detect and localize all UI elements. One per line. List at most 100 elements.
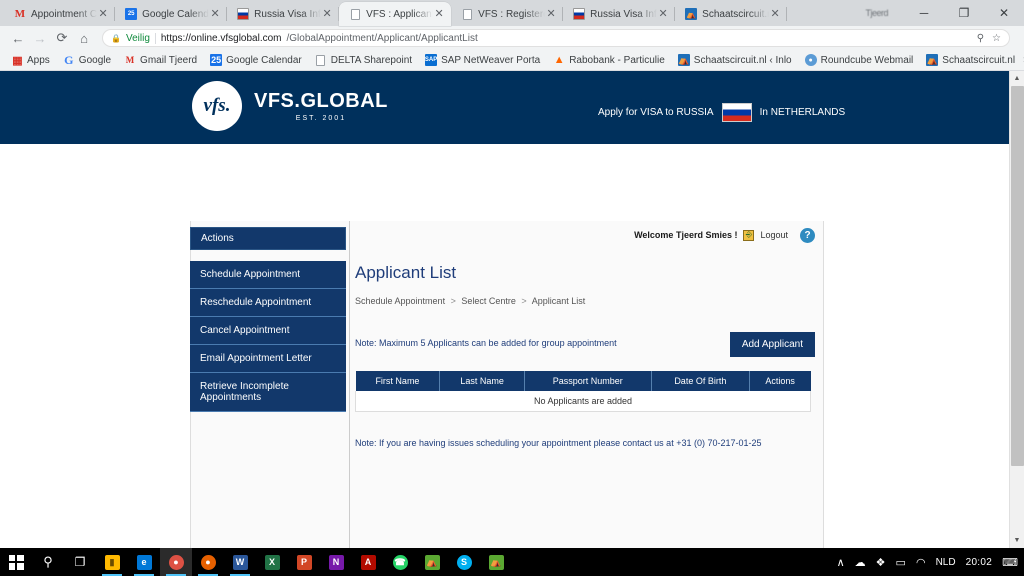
address-bar[interactable]: 🔒 Veilig https://online.vfsglobal.com/Gl… [102,29,1010,47]
column-header-first-name: First Name [355,371,441,391]
bookmark-schaatscircuit-inlog[interactable]: ⛺ Schaatscircuit.nl ‹ Inlo [673,54,797,66]
tab-close-icon[interactable]: ✕ [657,8,669,20]
taskbar-chrome[interactable]: ● [160,548,192,576]
taskbar-edge[interactable]: e [128,548,160,576]
skate-app-icon: ⛺ [488,554,504,570]
browser-tab-4[interactable]: VFS : Registered ✕ [451,2,564,26]
start-button[interactable] [0,548,32,576]
vfs-logo[interactable]: vfs. VFS.GLOBAL EST. 2001 [192,81,388,131]
minimize-button[interactable]: ─ [904,0,944,26]
column-header-actions: Actions [749,371,811,391]
taskbar-whatsapp[interactable]: ☎ [384,548,416,576]
tab-close-icon[interactable]: ✕ [433,8,445,20]
browser-tab-1[interactable]: 25 Google Calenda ✕ [115,2,228,26]
tray-expand-icon[interactable]: ∧ [837,556,845,569]
wifi-icon[interactable]: ◠ [916,556,926,569]
add-applicant-button[interactable]: Add Applicant [729,332,815,357]
breadcrumb-item-0[interactable]: Schedule Appointment [355,296,445,306]
browser-tab-0[interactable]: M Appointment C ✕ [4,2,116,26]
security-label: Veilig [125,32,150,44]
new-tab-button[interactable] [787,4,815,26]
taskbar-firefox[interactable]: ● [192,548,224,576]
browser-tab-5[interactable]: Russia Visa Info ✕ [563,2,676,26]
forward-icon[interactable]: → [30,31,50,46]
back-icon[interactable]: ← [8,31,28,46]
reload-icon[interactable]: ⟳ [52,30,72,46]
home-icon[interactable]: ⌂ [74,31,94,46]
taskbar-skate-app[interactable]: ⛺ [416,548,448,576]
bookmark-gmail[interactable]: M Gmail Tjeerd [119,54,202,66]
taskbar-file-explorer[interactable]: ▮ [96,548,128,576]
tab-title: Google Calenda [142,8,210,20]
logout-link[interactable]: Logout [760,230,788,240]
max-applicants-note: Note: Maximum 5 Applicants can be added … [355,338,617,348]
browser-tab-2[interactable]: Russia Visa Info ✕ [227,2,340,26]
sidebar-item-label: Schedule Appointment [200,269,301,280]
help-icon[interactable]: ? [800,227,815,243]
taskbar-skype[interactable]: S [448,548,480,576]
dropbox-icon[interactable]: ❖ [876,556,886,569]
clock[interactable]: 20:02 [966,557,993,568]
bookmark-label: Gmail Tjeerd [140,54,198,66]
taskbar-onenote[interactable]: N [320,548,352,576]
tab-close-icon[interactable]: ✕ [321,8,333,20]
bookmark-roundcube[interactable]: ● Roundcube Webmail [800,54,919,66]
browser-tab-6[interactable]: ⛺ Schaatscircuit.nl ✕ [675,2,788,26]
scrollbar-thumb[interactable] [1011,86,1024,466]
sidebar-item-email-appointment-letter[interactable]: Email Appointment Letter [190,345,346,373]
file-explorer-icon: ▮ [104,554,120,570]
sidebar-item-cancel-appointment[interactable]: Cancel Appointment [190,317,346,345]
tab-close-icon[interactable]: ✕ [769,8,781,20]
rabobank-icon: ▲ [553,54,565,66]
browser-tab-3-active[interactable]: VFS : Applicant ✕ [339,2,452,26]
skype-icon: S [456,554,472,570]
bookmark-sap[interactable]: SAP SAP NetWeaver Porta [420,54,545,66]
welcome-message: Welcome Tjeerd Smies ! [634,230,738,240]
document-icon [315,54,327,66]
bookmark-schaatscircuit[interactable]: ⛺ Schaatscircuit.nl [921,54,1020,66]
sidebar-heading: Actions [190,227,346,250]
bookmark-apps[interactable]: ▦ Apps [6,54,55,67]
sidebar-item-schedule-appointment[interactable]: Schedule Appointment [190,261,346,289]
language-indicator[interactable]: NLD [936,557,956,568]
bookmark-rabobank[interactable]: ▲ Rabobank - Particulie [548,54,670,66]
taskbar-acrobat[interactable]: A [352,548,384,576]
battery-icon[interactable]: ▭ [896,556,906,569]
taskbar-excel[interactable]: X [256,548,288,576]
bookmark-google-calendar[interactable]: 25 Google Calendar [205,54,307,66]
taskbar-word[interactable]: W [224,548,256,576]
bookmark-google[interactable]: G Google [58,53,116,67]
onedrive-icon[interactable]: ☁ [855,556,866,569]
close-button[interactable]: ✕ [984,0,1024,26]
notifications-icon[interactable]: ⌨ [1002,556,1018,569]
taskbar-powerpoint[interactable]: P [288,548,320,576]
browser-toolbar: ← → ⟳ ⌂ 🔒 Veilig https://online.vfsgloba… [0,26,1024,50]
lock-icon: 🔒 [111,33,121,43]
tab-close-icon[interactable]: ✕ [545,8,557,20]
task-view-button[interactable]: ❐ [64,548,96,576]
tab-title: Schaatscircuit.nl [702,8,770,20]
task-view-icon: ❐ [74,555,86,569]
profile-name[interactable]: Tjeerd [865,8,888,18]
powerpoint-icon: P [296,554,312,570]
sidebar-item-reschedule-appointment[interactable]: Reschedule Appointment [190,289,346,317]
page-scrollbar[interactable]: ▲ ▼ [1009,71,1024,548]
bookmark-label: Schaatscircuit.nl ‹ Inlo [693,54,792,66]
taskbar-search-button[interactable]: ⚲ [32,548,64,576]
scroll-down-icon[interactable]: ▼ [1010,533,1024,548]
tab-close-icon[interactable]: ✕ [97,8,109,20]
gmail-icon: M [14,8,26,20]
maximize-button[interactable]: ❐ [944,0,984,26]
applicant-table: First Name Last Name Passport Number Dat… [355,371,811,412]
scroll-up-icon[interactable]: ▲ [1010,71,1024,86]
search-icon[interactable]: ⚲ [977,33,984,44]
sidebar-item-retrieve-incomplete-appointments[interactable]: Retrieve Incomplete Appointments [190,373,346,412]
logout-icon[interactable]: ⎆ [743,229,755,241]
breadcrumb-item-1[interactable]: Select Centre [461,296,516,306]
tab-title: Russia Visa Info [254,8,322,20]
taskbar-skate-app-2[interactable]: ⛺ [480,548,512,576]
main-panel: Welcome Tjeerd Smies ! ⎆ Logout ? Applic… [355,227,815,448]
star-icon[interactable]: ☆ [992,33,1001,44]
tab-close-icon[interactable]: ✕ [209,8,221,20]
bookmark-delta-sharepoint[interactable]: DELTA Sharepoint [310,54,417,66]
